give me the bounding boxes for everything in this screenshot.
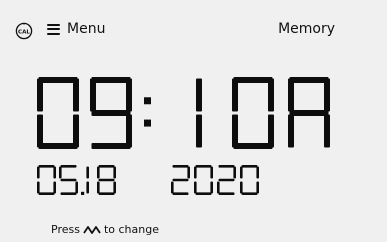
up-down-arrows-icon xyxy=(83,226,101,234)
segment-digit xyxy=(171,165,190,195)
segment-digit xyxy=(288,77,330,148)
segment-digit xyxy=(37,165,56,195)
segment-digit xyxy=(196,78,202,148)
segment-digit xyxy=(217,165,236,195)
segment-digit xyxy=(194,165,213,195)
hint-press-text: Press xyxy=(51,223,80,236)
segment-digit xyxy=(86,166,89,194)
segment-digit xyxy=(97,165,116,195)
segment-digit xyxy=(90,77,132,149)
segment-digit xyxy=(232,77,274,149)
date-readout xyxy=(37,165,259,195)
hint-change-text: to change xyxy=(103,223,159,236)
time-colon xyxy=(144,97,151,127)
lcd-screen: CAL Menu Memory Press to change xyxy=(0,0,387,242)
time-readout xyxy=(37,77,330,149)
segment-digit xyxy=(59,165,78,195)
date-dot xyxy=(81,191,85,195)
segment-display xyxy=(37,77,330,195)
segment-digit xyxy=(240,165,259,195)
segment-digit xyxy=(37,77,79,149)
change-hint: Press to change xyxy=(51,223,159,236)
